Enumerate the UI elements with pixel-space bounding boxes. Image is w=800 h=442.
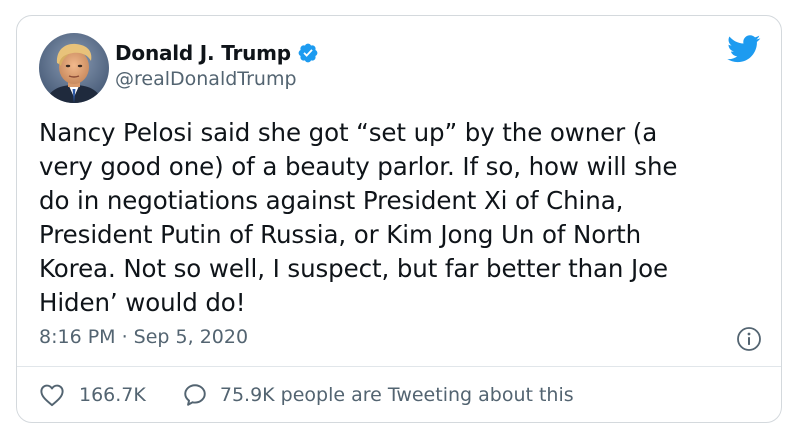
speech-bubble-icon (182, 382, 208, 408)
verified-badge-icon (297, 42, 319, 64)
reply-text: 75.9K people are Tweeting about this (219, 384, 574, 406)
tweet-card[interactable]: Donald J. Trump @realDonaldTrump Nancy P… (16, 15, 782, 423)
heart-icon (39, 383, 65, 407)
info-icon[interactable] (736, 326, 762, 352)
reply-button[interactable]: 75.9K people are Tweeting about this (182, 382, 574, 408)
author-name-row[interactable]: Donald J. Trump (115, 39, 319, 67)
avatar[interactable] (39, 33, 109, 103)
author-handle[interactable]: @realDonaldTrump (115, 68, 297, 90)
tweet-timestamp[interactable]: 8:16 PM · Sep 5, 2020 (39, 326, 248, 348)
like-count: 166.7K (79, 384, 146, 406)
display-name[interactable]: Donald J. Trump (115, 41, 291, 65)
twitter-bird-icon[interactable] (727, 35, 761, 63)
like-button[interactable]: 166.7K (39, 383, 146, 407)
tweet-actions: 166.7K 75.9K people are Tweeting about t… (39, 382, 574, 408)
tweet-text: Nancy Pelosi said she got “set up” by th… (39, 118, 678, 317)
divider (17, 366, 781, 367)
